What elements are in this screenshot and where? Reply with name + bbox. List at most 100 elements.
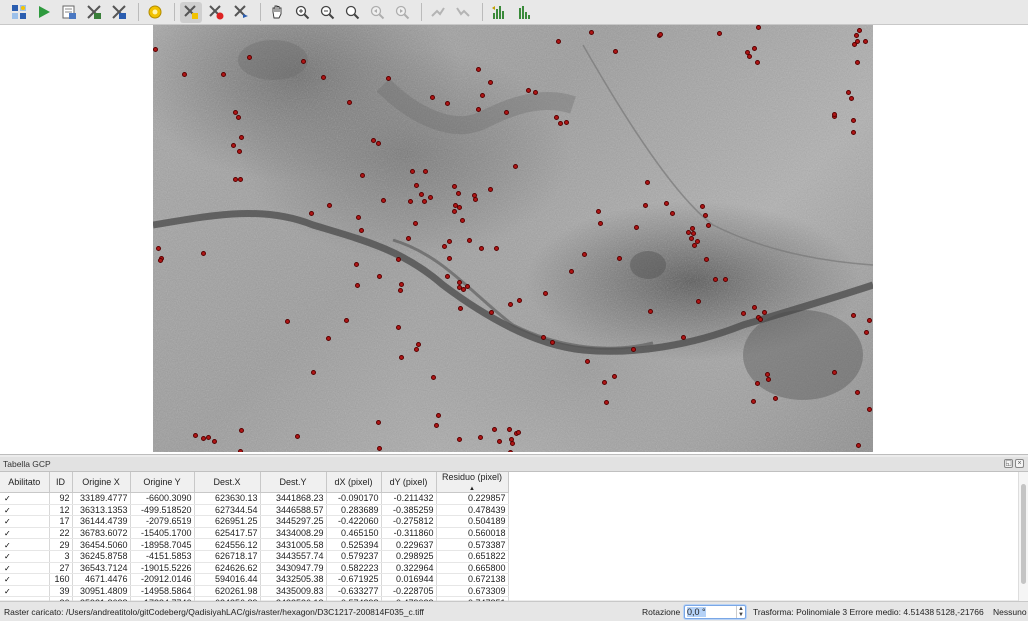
cell-res[interactable]: 0.573387 — [436, 538, 509, 551]
cell-id[interactable]: 27 — [49, 562, 73, 575]
gcp-point-marker[interactable] — [645, 180, 650, 185]
gcp-point-marker[interactable] — [751, 399, 756, 404]
gcp-point-marker[interactable] — [396, 257, 401, 262]
gcp-point-marker[interactable] — [855, 390, 860, 395]
cell-dx[interactable]: -0.671925 — [326, 573, 382, 586]
gcp-point-marker[interactable] — [832, 370, 837, 375]
cell-dst-y[interactable]: 3443557.74 — [260, 550, 327, 563]
gcp-point-marker[interactable] — [851, 118, 856, 123]
cell-src-y[interactable]: -6600.3090 — [130, 492, 195, 505]
gcp-point-marker[interactable] — [347, 100, 352, 105]
gcp-point-marker[interactable] — [295, 434, 300, 439]
enabled-checkbox[interactable]: ✓ — [0, 550, 50, 563]
cell-dst-y[interactable]: 3431005.58 — [260, 538, 327, 551]
gcp-point-marker[interactable] — [497, 439, 502, 444]
gcp-point-marker[interactable] — [664, 201, 669, 206]
cell-src-y[interactable]: -18958.7045 — [130, 538, 195, 551]
add-point-button[interactable] — [180, 1, 202, 23]
gcp-point-marker[interactable] — [377, 274, 382, 279]
gcp-point-marker[interactable] — [851, 313, 856, 318]
gcp-point-marker[interactable] — [428, 195, 433, 200]
gcp-point-marker[interactable] — [541, 335, 546, 340]
gcp-point-marker[interactable] — [863, 39, 868, 44]
cell-src-x[interactable]: 36783.6072 — [72, 527, 131, 540]
gcp-point-marker[interactable] — [247, 55, 252, 60]
gcp-point-marker[interactable] — [857, 28, 862, 33]
gcp-point-marker[interactable] — [344, 318, 349, 323]
gcp-point-marker[interactable] — [598, 221, 603, 226]
gcp-point-marker[interactable] — [461, 287, 466, 292]
gcp-point-marker[interactable] — [301, 59, 306, 64]
cell-dst-x[interactable]: 624556.12 — [194, 538, 261, 551]
cell-dst-x[interactable]: 624626.62 — [194, 562, 261, 575]
zoom-to-layer-button[interactable] — [341, 2, 363, 23]
scrollbar-thumb[interactable] — [1021, 484, 1026, 584]
cell-res[interactable]: 0.478439 — [436, 504, 509, 517]
gcp-point-marker[interactable] — [488, 80, 493, 85]
cell-dst-y[interactable]: 3432505.38 — [260, 573, 327, 586]
gcp-point-marker[interactable] — [713, 277, 718, 282]
gcp-point-marker[interactable] — [376, 141, 381, 146]
gcp-point-marker[interactable] — [631, 347, 636, 352]
table-row[interactable]: ✓ 29 36454.5060 -18958.7045 624556.12 3431005… — [0, 538, 509, 551]
cell-src-x[interactable]: 36144.4739 — [72, 515, 131, 528]
gcp-point-marker[interactable] — [480, 93, 485, 98]
gcp-point-marker[interactable] — [681, 335, 686, 340]
gcp-point-marker[interactable] — [436, 413, 441, 418]
gcp-point-marker[interactable] — [855, 60, 860, 65]
gcp-point-marker[interactable] — [386, 76, 391, 81]
gcp-table-scrollbar[interactable] — [1018, 472, 1028, 601]
gcp-point-marker[interactable] — [419, 192, 424, 197]
cell-dst-y[interactable]: 3430947.79 — [260, 562, 327, 575]
cell-dx[interactable]: -0.422060 — [326, 515, 382, 528]
gcp-point-marker[interactable] — [423, 169, 428, 174]
gcp-point-marker[interactable] — [457, 280, 462, 285]
enabled-checkbox[interactable]: ✓ — [0, 538, 50, 551]
gcp-point-marker[interactable] — [479, 246, 484, 251]
col-header-abilitato[interactable]: Abilitato — [0, 472, 50, 493]
gcp-point-marker[interactable] — [238, 449, 243, 452]
gcp-point-marker[interactable] — [430, 95, 435, 100]
gcp-point-marker[interactable] — [460, 218, 465, 223]
gcp-point-marker[interactable] — [221, 72, 226, 77]
gcp-point-marker[interactable] — [494, 246, 499, 251]
gcp-point-marker[interactable] — [695, 239, 700, 244]
gcp-point-marker[interactable] — [550, 340, 555, 345]
gcp-point-marker[interactable] — [758, 317, 763, 322]
cell-src-x[interactable]: 36454.5060 — [72, 538, 131, 551]
cell-src-y[interactable]: -15405.1700 — [130, 527, 195, 540]
full-histogram-stretch-button[interactable] — [488, 2, 510, 23]
cell-dy[interactable]: 0.016944 — [381, 573, 437, 586]
enabled-checkbox[interactable]: ✓ — [0, 504, 50, 517]
gcp-point-marker[interactable] — [285, 319, 290, 324]
gcp-point-marker[interactable] — [867, 407, 872, 412]
cell-dst-x[interactable]: 620261.98 — [194, 585, 261, 598]
gcp-point-marker[interactable] — [504, 110, 509, 115]
gcp-point-marker[interactable] — [864, 330, 869, 335]
gcp-point-marker[interactable] — [452, 184, 457, 189]
gcp-point-marker[interactable] — [236, 115, 241, 120]
gcp-point-marker[interactable] — [752, 46, 757, 51]
gcp-point-marker[interactable] — [381, 198, 386, 203]
gcp-point-marker[interactable] — [670, 211, 675, 216]
gcp-point-marker[interactable] — [856, 443, 861, 448]
enabled-checkbox[interactable]: ✓ — [0, 562, 50, 575]
enabled-checkbox[interactable]: ✓ — [0, 573, 50, 586]
cell-res[interactable]: 0.672138 — [436, 573, 509, 586]
gcp-point-marker[interactable] — [766, 377, 771, 382]
cell-src-x[interactable]: 36543.7124 — [72, 562, 131, 575]
generate-gdal-script-button[interactable] — [58, 2, 80, 23]
col-header-id[interactable]: ID — [49, 472, 73, 493]
gcp-point-marker[interactable] — [360, 173, 365, 178]
col-header-origine-x[interactable]: Origine X — [72, 472, 131, 493]
gcp-point-marker[interactable] — [158, 258, 163, 263]
gcp-point-marker[interactable] — [849, 96, 854, 101]
enabled-checkbox[interactable]: ✓ — [0, 515, 50, 528]
col-header-dy[interactable]: dY (pixel) — [381, 472, 437, 493]
gcp-point-marker[interactable] — [517, 298, 522, 303]
cell-id[interactable]: 12 — [49, 504, 73, 517]
close-panel-icon[interactable]: × — [1015, 459, 1024, 468]
cell-res[interactable]: 0.504189 — [436, 515, 509, 528]
gcp-point-marker[interactable] — [508, 450, 513, 452]
cell-dst-y[interactable]: 3445297.25 — [260, 515, 327, 528]
